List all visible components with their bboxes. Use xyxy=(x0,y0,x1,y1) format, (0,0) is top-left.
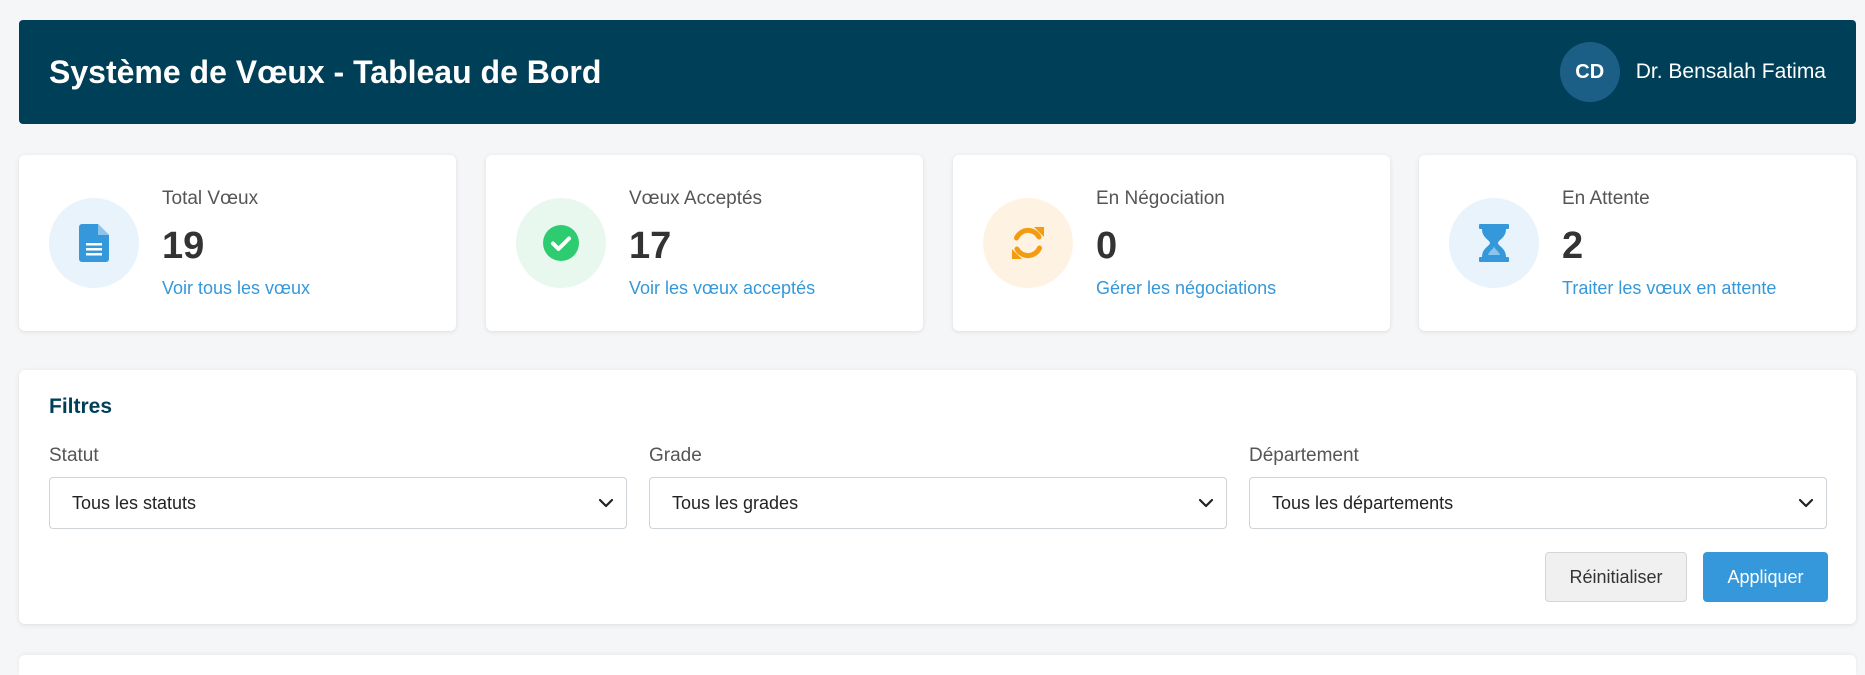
manage-negotiations-link[interactable]: Gérer les négociations xyxy=(1096,278,1276,299)
stat-value: 17 xyxy=(629,225,672,267)
page-title: Système de Vœux - Tableau de Bord xyxy=(49,53,602,90)
chevron-down-icon xyxy=(1798,498,1814,508)
chevron-down-icon xyxy=(1198,498,1214,508)
filters-title: Filtres xyxy=(49,395,113,418)
grade-label: Grade xyxy=(649,445,702,466)
document-icon xyxy=(49,198,139,288)
departement-label: Département xyxy=(1249,445,1359,466)
departement-select[interactable]: Tous les départements xyxy=(1249,477,1827,529)
stats-row: Total Vœux 19 Voir tous les vœux Vœux Ac… xyxy=(19,155,1856,331)
filter-statut: Statut Tous les statuts xyxy=(49,445,627,529)
app-header: Système de Vœux - Tableau de Bord CD Dr.… xyxy=(19,20,1856,124)
stat-card-total: Total Vœux 19 Voir tous les vœux xyxy=(19,155,456,331)
stat-label: Total Vœux xyxy=(162,188,259,209)
grade-select[interactable]: Tous les grades xyxy=(649,477,1227,529)
stat-label: En Attente xyxy=(1562,188,1650,209)
process-pending-link[interactable]: Traiter les vœux en attente xyxy=(1562,278,1776,299)
next-section xyxy=(19,655,1856,675)
view-all-link[interactable]: Voir tous les vœux xyxy=(162,278,310,299)
filter-departement: Département Tous les départements xyxy=(1249,445,1827,529)
chevron-down-icon xyxy=(598,498,614,508)
user-name: Dr. Bensalah Fatima xyxy=(1635,60,1826,83)
stat-card-pending: En Attente 2 Traiter les vœux en attente xyxy=(1419,155,1856,331)
check-circle-icon xyxy=(516,198,606,288)
apply-button[interactable]: Appliquer xyxy=(1703,552,1828,602)
stat-value: 19 xyxy=(162,225,205,267)
statut-label: Statut xyxy=(49,445,99,466)
stat-value: 2 xyxy=(1562,225,1584,267)
stat-card-negotiation: En Négociation 0 Gérer les négociations xyxy=(953,155,1390,331)
user-menu[interactable]: CD Dr. Bensalah Fatima xyxy=(1559,42,1826,102)
statut-select[interactable]: Tous les statuts xyxy=(49,477,627,529)
reset-button[interactable]: Réinitialiser xyxy=(1545,552,1687,602)
stat-label: Vœux Acceptés xyxy=(629,188,763,209)
stat-card-accepted: Vœux Acceptés 17 Voir les vœux acceptés xyxy=(486,155,923,331)
filter-grade: Grade Tous les grades xyxy=(649,445,1227,529)
sync-icon xyxy=(983,198,1073,288)
stat-label: En Négociation xyxy=(1096,188,1225,209)
grade-value: Tous les grades xyxy=(672,492,799,513)
statut-value: Tous les statuts xyxy=(72,492,197,513)
filters-panel: Filtres Statut Tous les statuts Grade To… xyxy=(19,370,1856,624)
hourglass-icon xyxy=(1449,198,1539,288)
view-accepted-link[interactable]: Voir les vœux acceptés xyxy=(629,278,815,299)
avatar[interactable]: CD xyxy=(1559,42,1620,102)
departement-value: Tous les départements xyxy=(1272,492,1454,513)
stat-value: 0 xyxy=(1096,225,1118,267)
